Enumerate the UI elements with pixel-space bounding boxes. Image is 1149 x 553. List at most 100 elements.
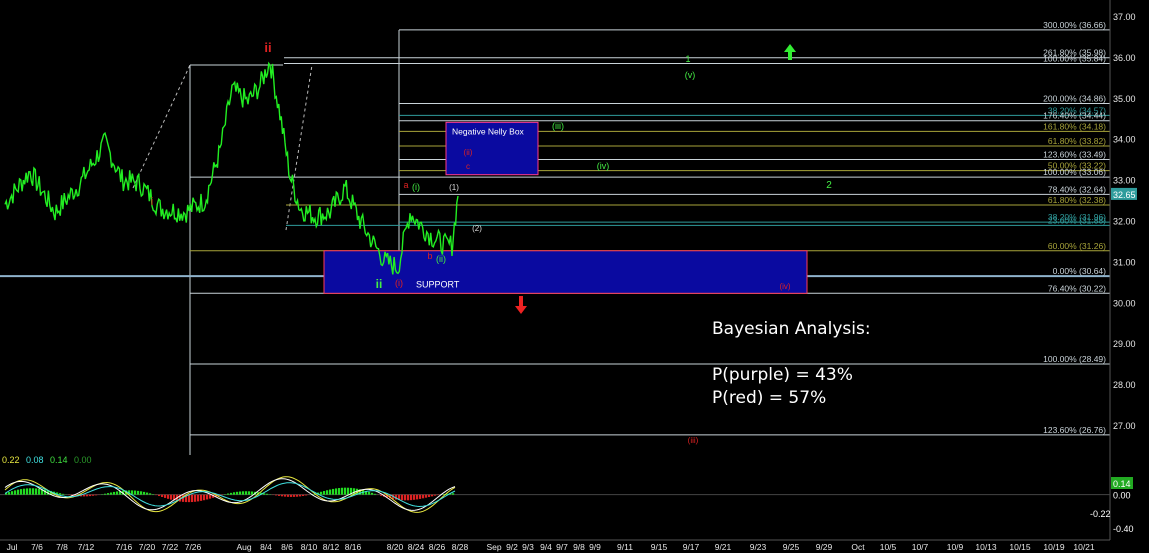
x-tick-18: Sep xyxy=(486,542,501,552)
osc-bar xyxy=(62,493,65,495)
y-tick-8: 29.00 xyxy=(1113,339,1136,349)
wave-label-10: (iii) xyxy=(552,121,564,131)
osc-bar xyxy=(278,494,281,496)
x-tick-32: Oct xyxy=(851,542,865,552)
y-tick-0: 37.00 xyxy=(1113,12,1136,22)
x-tick-28: 9/21 xyxy=(715,542,732,552)
wave-label-6: b xyxy=(427,251,432,261)
osc-bar xyxy=(305,494,308,496)
osc-bar xyxy=(104,493,107,495)
wave-label-1: i xyxy=(151,196,153,208)
x-tick-10: 8/6 xyxy=(281,542,293,552)
osc-bar xyxy=(425,494,428,498)
osc-axis-label-2: -0.22 xyxy=(1090,509,1111,519)
analysis-heading: Bayesian Analysis: xyxy=(712,319,871,339)
osc-bar xyxy=(326,490,329,495)
osc-bar xyxy=(368,491,371,495)
osc-bar xyxy=(14,490,17,495)
osc-bar xyxy=(296,494,299,497)
wave-label-14: 2 xyxy=(826,180,832,191)
osc-bar xyxy=(86,494,89,497)
osc-header-2: 0.14 xyxy=(50,455,68,465)
osc-bar xyxy=(194,494,197,502)
osc-bar xyxy=(140,491,143,495)
x-tick-6: 7/22 xyxy=(162,542,179,552)
wave-label-18: (iii) xyxy=(688,436,699,445)
osc-bar xyxy=(83,494,86,497)
osc-bar xyxy=(23,488,26,495)
y-tick-5: 32.00 xyxy=(1113,217,1136,227)
y-tick-2: 35.00 xyxy=(1113,94,1136,104)
osc-bar xyxy=(335,488,338,495)
osc-bar xyxy=(284,494,287,497)
x-tick-13: 8/16 xyxy=(345,542,362,552)
osc-bar xyxy=(35,488,38,495)
osc-bar xyxy=(95,494,98,496)
osc-bar xyxy=(149,493,152,495)
osc-axis-label-0: 0.14 xyxy=(1113,479,1131,489)
osc-bar xyxy=(332,488,335,495)
osc-bar xyxy=(17,489,20,495)
analysis-red: P(red) = 57% xyxy=(712,388,827,408)
osc-bar xyxy=(26,488,29,495)
fib-label-8: 123.60% (33.49) xyxy=(1043,150,1106,160)
x-tick-39: 10/21 xyxy=(1073,542,1095,552)
osc-bar xyxy=(143,491,146,495)
osc-bar xyxy=(347,487,350,495)
x-tick-12: 8/12 xyxy=(323,542,340,552)
osc-bar xyxy=(191,494,194,503)
osc-bar xyxy=(92,494,95,496)
fib-label-17: 76.40% (30.22) xyxy=(1048,283,1106,293)
wave-label-17: (iv) xyxy=(779,282,790,291)
x-tick-2: 7/8 xyxy=(56,542,68,552)
last-price-label: 32.65 xyxy=(1113,190,1136,200)
x-tick-37: 10/15 xyxy=(1009,542,1031,552)
x-tick-33: 10/5 xyxy=(880,542,897,552)
osc-bar xyxy=(209,494,212,499)
osc-axis-label-3: -0.40 xyxy=(1113,524,1134,534)
osc-bar xyxy=(422,494,425,499)
x-tick-30: 9/25 xyxy=(783,542,800,552)
osc-bar xyxy=(134,490,137,495)
fib-label-7: 61.80% (33.82) xyxy=(1048,136,1106,146)
x-tick-7: 7/26 xyxy=(185,542,202,552)
osc-bar xyxy=(146,492,149,495)
osc-bar xyxy=(413,494,416,500)
wave-label-12: c xyxy=(466,162,470,171)
osc-bar xyxy=(341,487,344,495)
osc-bar xyxy=(11,491,14,495)
wave-label-15: 1 xyxy=(685,54,690,64)
y-tick-10: 27.00 xyxy=(1113,421,1136,431)
fib-label-5: 176.40% (34.44) xyxy=(1043,111,1106,121)
x-tick-25: 9/11 xyxy=(617,542,633,552)
osc-bar xyxy=(299,494,302,497)
osc-bar xyxy=(200,494,203,501)
osc-bar xyxy=(431,494,434,497)
osc-bar xyxy=(167,494,170,499)
price-chart: 300.00% (36.66)261.80% (35.98)100.00% (3… xyxy=(0,0,1149,553)
osc-bar xyxy=(251,491,254,495)
osc-bar xyxy=(329,489,332,495)
x-tick-4: 7/16 xyxy=(116,542,133,552)
x-tick-24: 9/9 xyxy=(589,542,601,552)
osc-axis-label-1: 0.00 xyxy=(1113,491,1131,501)
osc-bar xyxy=(293,494,296,497)
osc-bar xyxy=(113,491,116,495)
x-tick-1: 7/6 xyxy=(31,542,43,552)
osc-bar xyxy=(344,487,347,495)
x-tick-23: 9/8 xyxy=(573,542,585,552)
fib-label-15: 60.00% (31.26) xyxy=(1048,241,1106,251)
osc-bar xyxy=(374,493,377,495)
osc-bar xyxy=(302,494,305,496)
osc-bar xyxy=(407,494,410,501)
x-tick-22: 9/7 xyxy=(556,542,568,552)
x-tick-0: Jul xyxy=(7,542,18,552)
osc-bar xyxy=(29,488,32,495)
fib-label-18: 100.00% (28.49) xyxy=(1043,354,1106,364)
osc-bar xyxy=(59,493,62,495)
osc-bar xyxy=(290,494,293,497)
wave-label-9: (2) xyxy=(472,224,482,233)
x-tick-36: 10/13 xyxy=(975,542,997,552)
x-tick-16: 8/26 xyxy=(429,542,446,552)
osc-bar xyxy=(137,490,140,495)
